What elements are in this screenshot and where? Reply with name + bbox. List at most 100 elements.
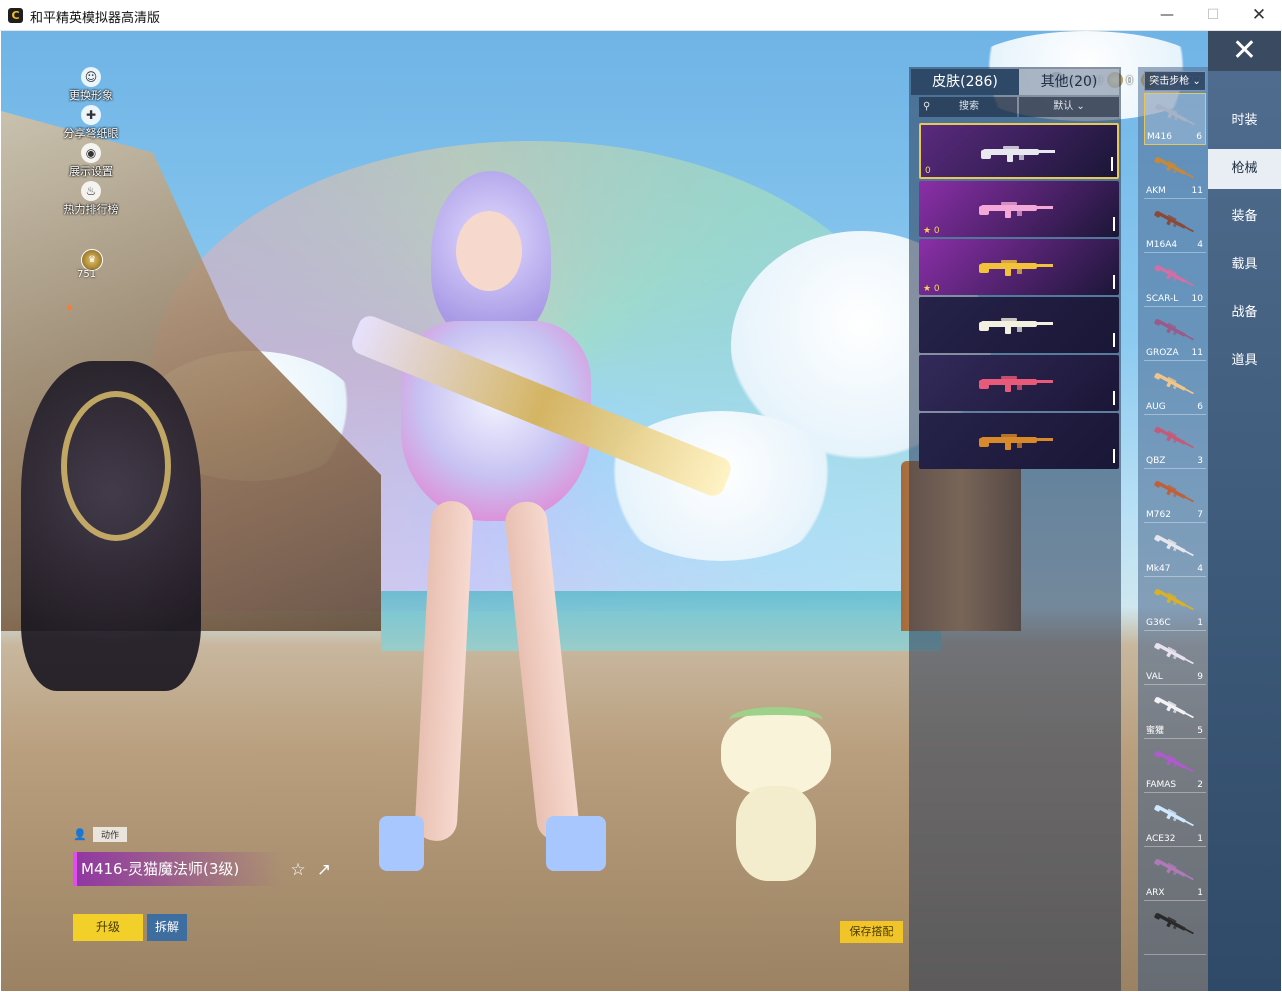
weapon-item[interactable]: GROZA 11	[1144, 309, 1206, 361]
skin-sort-dropdown[interactable]: 默认 ⌄	[1019, 97, 1119, 117]
skin-card[interactable]: 0	[919, 123, 1119, 179]
rifle-icon	[1150, 255, 1201, 296]
tab-other[interactable]: 其他(20)	[1019, 69, 1119, 95]
rifle-icon	[1150, 525, 1201, 566]
rifle-icon	[1150, 417, 1201, 458]
search-icon: ⚲	[923, 101, 931, 112]
avatar-icon: ☺	[81, 67, 101, 87]
heat-ranking-action[interactable]: ♨ 热力排行榜	[61, 181, 121, 217]
weapon-item[interactable]: QBZ 3	[1144, 417, 1206, 469]
weapon-filter-label: 突击步枪	[1149, 76, 1190, 87]
skin-card[interactable]	[919, 413, 1119, 469]
weapon-item[interactable]: 蜜獾 5	[1144, 687, 1206, 739]
weapon-count: 5	[1197, 726, 1203, 736]
weapon-name: M416	[1147, 132, 1172, 142]
eye-icon: ◉	[81, 143, 101, 163]
character-shoe	[379, 816, 424, 871]
tab-skins[interactable]: 皮肤(286)	[911, 69, 1019, 95]
app-icon: C	[8, 8, 23, 23]
pet-companion	[721, 707, 831, 881]
weapon-name: VAL	[1146, 672, 1163, 682]
close-icon[interactable]: ✕	[1208, 31, 1281, 71]
weapon-count: 1	[1197, 618, 1203, 628]
side-action-label: 热力排行榜	[63, 203, 119, 216]
weapon-count: 7	[1197, 510, 1203, 520]
rifle-icon	[1150, 795, 1201, 836]
weapon-item[interactable]: G36C 1	[1144, 579, 1206, 631]
weapon-name: Mk47	[1146, 564, 1171, 574]
weapon-count: 10	[1191, 294, 1203, 304]
rifle-icon	[1150, 309, 1201, 350]
weapon-item[interactable]: AUG 6	[1144, 363, 1206, 415]
weapon-item[interactable]: Mk47 4	[1144, 525, 1206, 577]
skin-card-marker	[1113, 449, 1115, 463]
skin-card-marker	[1113, 391, 1115, 405]
weapon-item[interactable]: SCAR-L 10	[1144, 255, 1206, 307]
favorite-star-icon[interactable]: ☆	[287, 860, 309, 880]
rifle-icon	[1150, 903, 1201, 944]
weapon-name: M16A4	[1146, 240, 1178, 250]
weapon-count: 1	[1197, 834, 1203, 844]
skin-card[interactable]	[919, 297, 1119, 353]
side-action-label: 展示设置	[69, 165, 113, 178]
skin-card-marker	[1113, 217, 1115, 231]
weapon-item[interactable]: M416 6	[1144, 93, 1206, 145]
category-equipment[interactable]: 装备	[1208, 197, 1281, 237]
weapon-name: AUG	[1146, 402, 1166, 412]
share-action[interactable]: ✚ 分享弩纸眼	[61, 105, 121, 141]
weapon-item[interactable]: M16A4 4	[1144, 201, 1206, 253]
rifle-icon	[1150, 741, 1201, 782]
weapon-count: 3	[1197, 456, 1203, 466]
category-items[interactable]: 道具	[1208, 341, 1281, 381]
skin-search-input[interactable]: ⚲ 搜索	[919, 97, 1017, 117]
rifle-icon	[1150, 579, 1201, 620]
animation-tag[interactable]: 👤 动作	[73, 827, 128, 842]
weapon-name: M762	[1146, 510, 1171, 520]
weapon-type-filter[interactable]: 突击步枪 ⌄	[1144, 71, 1206, 91]
minimize-button[interactable]: —	[1144, 0, 1190, 31]
heat-badge-icon[interactable]: ♛	[81, 249, 103, 271]
character-leg	[503, 499, 581, 843]
maximize-button[interactable]: ☐	[1190, 0, 1236, 31]
category-battle-gear[interactable]: 战备	[1208, 293, 1281, 333]
category-vehicles[interactable]: 载具	[1208, 245, 1281, 285]
weapon-item[interactable]: M762 7	[1144, 471, 1206, 523]
rifle-skin-icon	[977, 429, 1057, 451]
weapon-name: QBZ	[1146, 456, 1166, 466]
weapon-item[interactable]: ACE32 1	[1144, 795, 1206, 847]
weapon-name: G36C	[1146, 618, 1171, 628]
save-outfit-button[interactable]: 保存搭配	[840, 921, 903, 943]
new-dot-badge	[67, 305, 72, 310]
weapon-item[interactable]	[1144, 903, 1206, 955]
game-viewport: ☺ 更换形象 ✚ 分享弩纸眼 ◉ 展示设置 ♨ 热力排行榜 ♛ 751 1840…	[1, 31, 1281, 991]
skin-card[interactable]	[919, 355, 1119, 411]
decompose-button[interactable]: 拆解	[147, 914, 187, 941]
skin-card-badge: ★ 0	[923, 226, 940, 236]
weapon-name: FAMAS	[1146, 780, 1177, 790]
weapon-item[interactable]: AKM 11	[1144, 147, 1206, 199]
person-icon: 👤	[73, 827, 87, 841]
change-appearance-action[interactable]: ☺ 更换形象	[61, 67, 121, 103]
skin-card-marker	[1113, 333, 1115, 347]
weapon-name: SCAR-L	[1146, 294, 1179, 304]
weapon-name: AKM	[1146, 186, 1166, 196]
category-rail: 时装 枪械 装备 载具 战备 道具	[1208, 71, 1281, 991]
side-action-label: 更换形象	[69, 89, 113, 102]
display-settings-action[interactable]: ◉ 展示设置	[61, 143, 121, 179]
rifle-icon	[1150, 201, 1201, 242]
skin-card[interactable]: ★ 0	[919, 239, 1119, 295]
category-firearms[interactable]: 枪械	[1208, 149, 1281, 189]
character-face	[456, 211, 522, 291]
window-close-button[interactable]: ✕	[1236, 0, 1282, 31]
skin-card[interactable]: ★ 0	[919, 181, 1119, 237]
selected-skin-name: M416-灵猫魔法师(3级)	[73, 852, 281, 886]
weapon-item[interactable]: ARX 1	[1144, 849, 1206, 901]
rifle-icon	[1150, 363, 1201, 404]
weapon-item[interactable]: VAL 9	[1144, 633, 1206, 685]
category-fashion[interactable]: 时装	[1208, 101, 1281, 141]
upgrade-button[interactable]: 升级	[73, 914, 143, 941]
weapon-item[interactable]: FAMAS 2	[1144, 741, 1206, 793]
share-icon[interactable]: ↗	[313, 860, 335, 880]
weapon-name: ACE32	[1146, 834, 1176, 844]
sort-value: 默认	[1053, 101, 1074, 112]
